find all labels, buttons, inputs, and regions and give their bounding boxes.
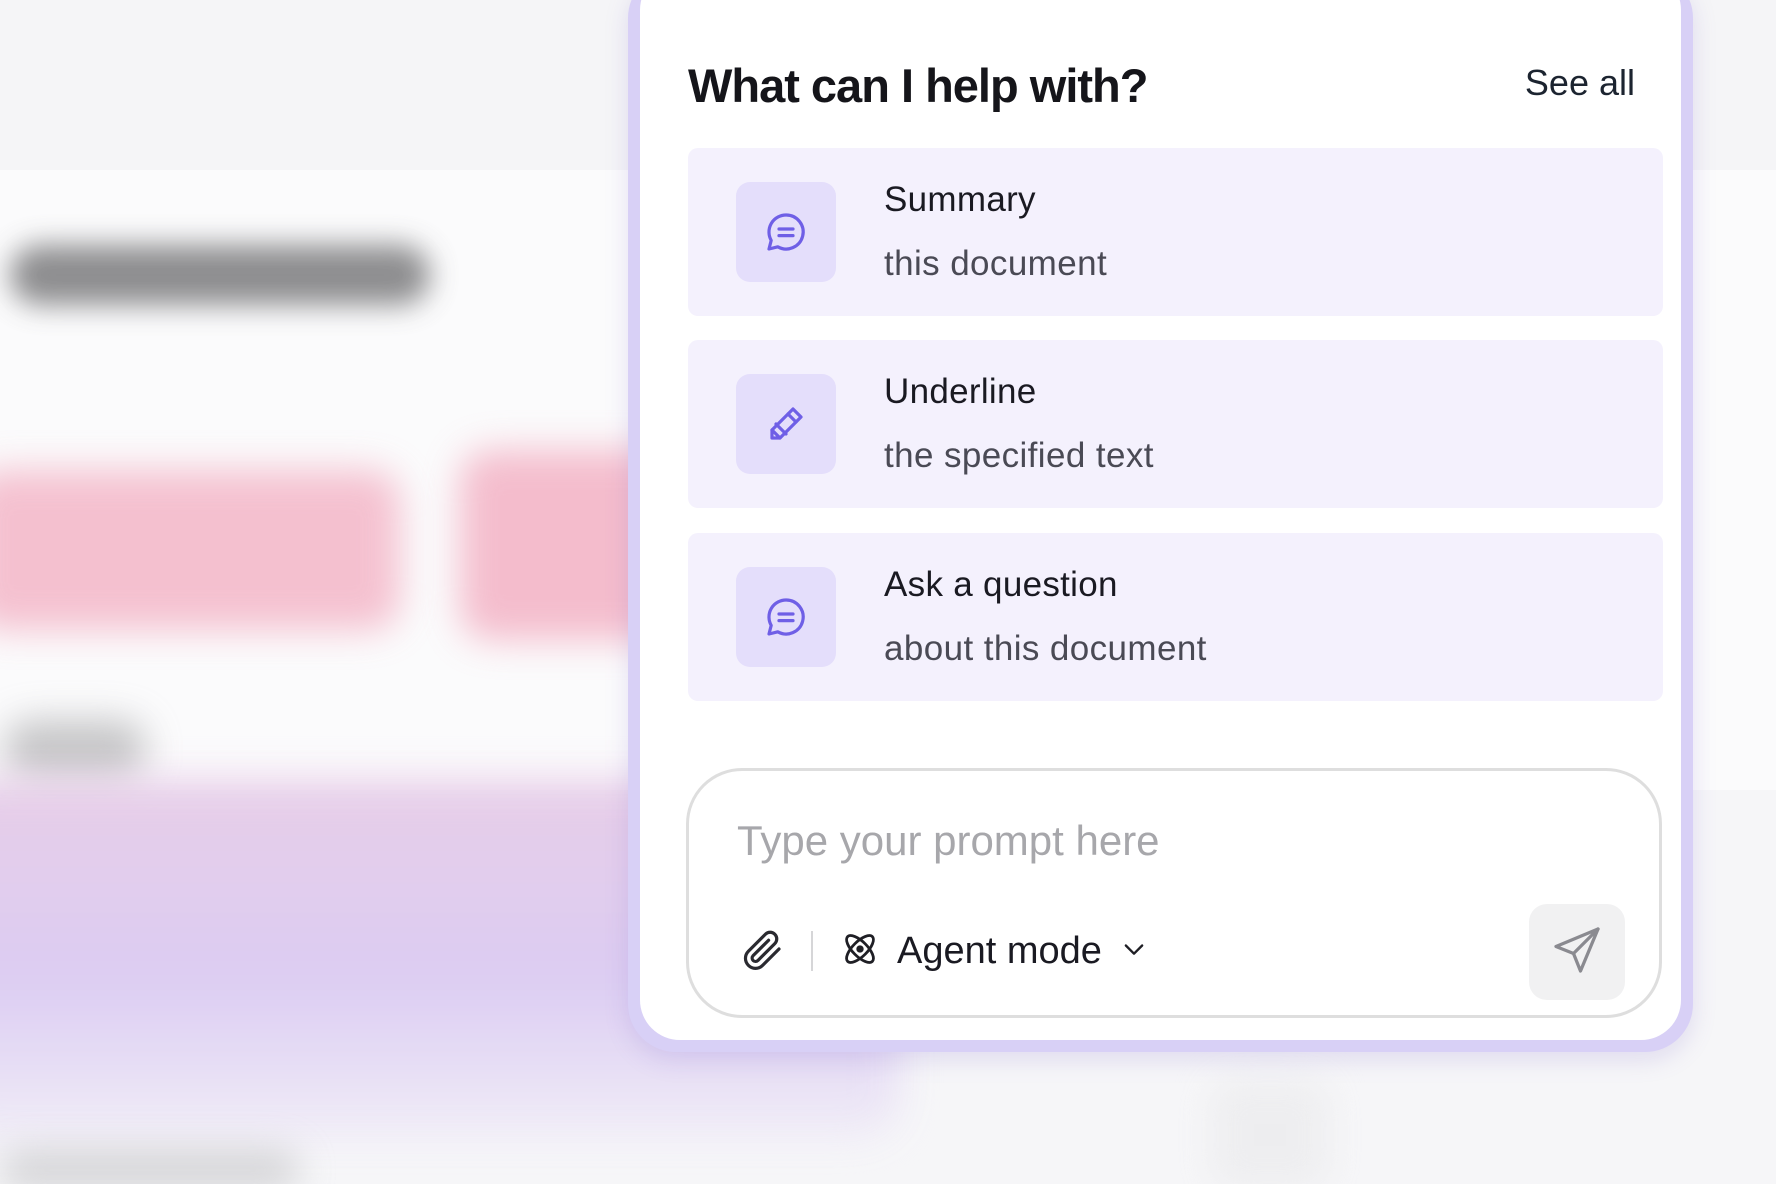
atom-icon — [839, 928, 881, 975]
suggestion-card-underline[interactable]: Underline the specified text — [688, 340, 1663, 508]
suggestion-title: Summary — [884, 180, 1036, 219]
agent-mode-dropdown[interactable]: Agent mode — [839, 923, 1148, 979]
suggestion-card-ask-question[interactable]: Ask a question about this document — [688, 533, 1663, 701]
panel-header: What can I help with? See all — [688, 58, 1635, 118]
agent-mode-label: Agent mode — [897, 929, 1102, 972]
panel-content: What can I help with? See all Summary th… — [640, 0, 1681, 1040]
suggestion-title: Underline — [884, 372, 1037, 411]
send-button[interactable] — [1529, 904, 1625, 1000]
send-icon — [1549, 922, 1605, 983]
suggestion-subtitle: the specified text — [884, 436, 1154, 475]
paperclip-icon[interactable] — [739, 926, 787, 974]
suggestion-subtitle: about this document — [884, 629, 1207, 668]
prompt-box: Agent mode — [686, 768, 1662, 1018]
chat-bubble-icon — [736, 182, 836, 282]
blurred-label — [5, 720, 145, 780]
blurred-heading — [10, 245, 430, 305]
prompt-input[interactable] — [737, 811, 1497, 871]
blurred-highlight-left — [0, 470, 400, 630]
pencil-icon — [736, 374, 836, 474]
suggestion-card-summary[interactable]: Summary this document — [688, 148, 1663, 316]
ai-assistant-panel: What can I help with? See all Summary th… — [628, 0, 1693, 1052]
toolbar-divider — [811, 931, 813, 971]
blurred-corner-element — [1210, 1080, 1330, 1184]
suggestion-title: Ask a question — [884, 565, 1118, 604]
blurred-footer-text — [0, 1150, 300, 1184]
see-all-link[interactable]: See all — [1525, 62, 1635, 104]
suggestion-subtitle: this document — [884, 244, 1108, 283]
chat-bubble-icon — [736, 567, 836, 667]
chevron-down-icon — [1120, 935, 1148, 968]
panel-title: What can I help with? — [688, 59, 1148, 112]
